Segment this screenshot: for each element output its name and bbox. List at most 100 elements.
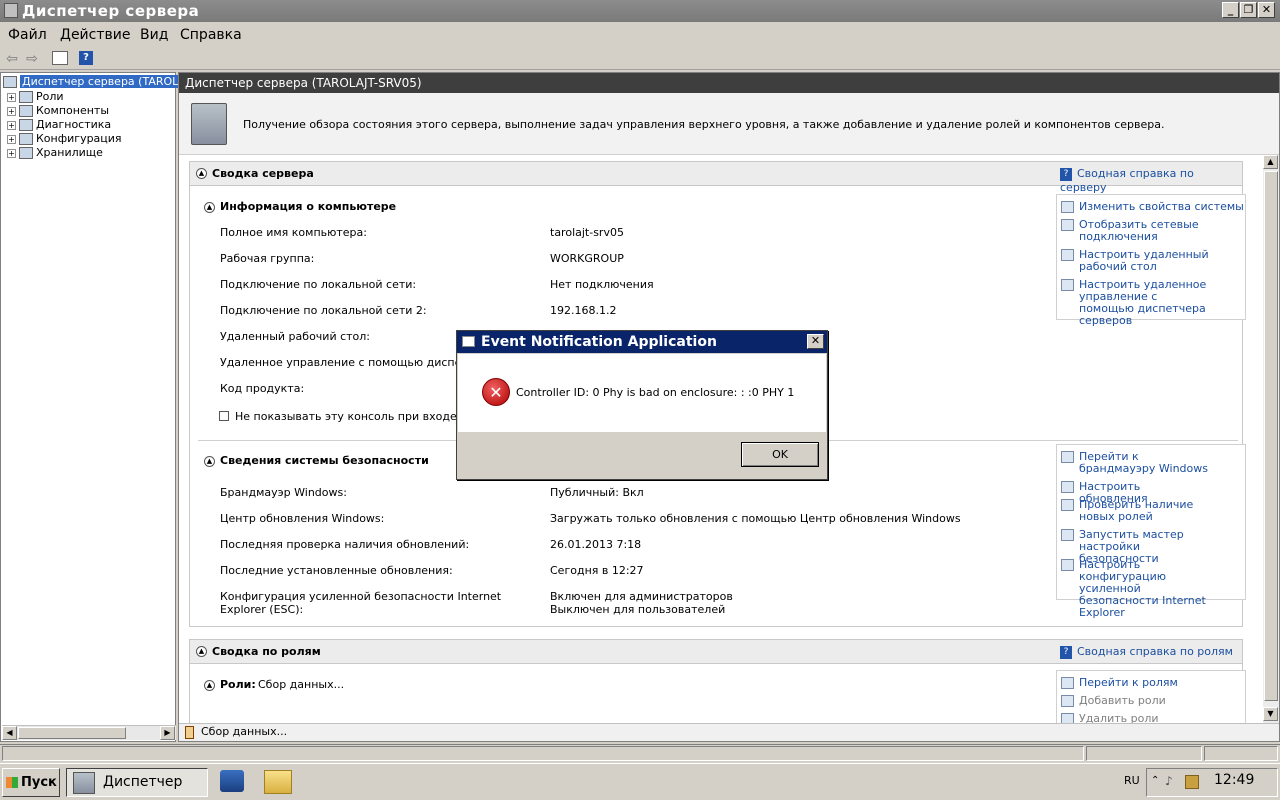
collapse-icon[interactable]: ▲	[196, 646, 207, 657]
go-to-firewall-link[interactable]: Перейти к брандмауэру Windows	[1061, 451, 1211, 475]
explorer-folder-icon[interactable]	[264, 770, 292, 794]
status-cell	[2, 746, 1084, 761]
tree-item-features[interactable]: + Компоненты	[7, 104, 109, 118]
security-label: Брандмауэр Windows:	[220, 486, 347, 499]
dialog-body: ✕ Controller ID: 0 Phy is bad on enclosu…	[458, 354, 826, 432]
scroll-down-icon[interactable]: ▼	[1263, 707, 1278, 721]
menu-bar: Файл Действие Вид Справка	[0, 23, 1280, 47]
tree-root[interactable]: Диспетчер сервера (TAROLA	[3, 75, 189, 89]
expand-icon[interactable]: +	[7, 106, 16, 116]
menu-view[interactable]: Вид	[140, 27, 168, 43]
tree-horizontal-scrollbar[interactable]: ◀ ▶	[2, 725, 176, 740]
server-manager-icon	[3, 76, 17, 88]
configure-ie-esc-link[interactable]: Настроить конфигурацию усиленной безопас…	[1061, 559, 1221, 619]
ok-button[interactable]: OK	[741, 442, 819, 467]
help-icon[interactable]: ?	[79, 51, 93, 65]
security-actions: Перейти к брандмауэру Windows Настроить …	[1056, 444, 1246, 619]
pane-description: Получение обзора состояния этого сервера…	[243, 118, 1165, 131]
windows-logo-icon	[6, 777, 18, 788]
collapse-icon[interactable]: ▲	[204, 202, 215, 213]
close-button[interactable]: ✕	[1258, 2, 1275, 18]
system-tray: ⌃ ♪	[1146, 768, 1278, 797]
minimize-button[interactable]: _	[1222, 2, 1239, 18]
status-cell	[1086, 746, 1202, 761]
window-titlebar: Диспетчер сервера _ ❐ ✕	[0, 0, 1280, 22]
tree-item-diagnostics[interactable]: + Диагностика	[7, 118, 111, 132]
configure-remote-desktop-link[interactable]: Настроить удаленный рабочий стол	[1061, 249, 1211, 273]
security-value: 26.01.2013 7:18	[550, 538, 642, 551]
network-tray-icon[interactable]	[1185, 775, 1199, 789]
expand-icon[interactable]: +	[7, 148, 16, 158]
info-label: Рабочая группа:	[220, 252, 315, 265]
restore-button[interactable]: ❐	[1240, 2, 1257, 18]
scroll-right-icon[interactable]: ▶	[160, 726, 175, 740]
powershell-icon[interactable]	[220, 770, 244, 792]
show-hidden-icons-icon[interactable]: ⌃	[1151, 775, 1159, 786]
pane-vertical-scrollbar[interactable]: ▲ ▼	[1263, 155, 1279, 723]
server-summary-help-link[interactable]: ? Сводная справка по серверу	[1060, 167, 1242, 194]
dialog-title: Event Notification Application	[481, 334, 717, 350]
security-value: Включен для администраторов Выключен для…	[550, 590, 733, 616]
help-icon: ?	[1060, 645, 1072, 659]
info-label: Удаленный рабочий стол:	[220, 330, 371, 343]
show-hide-tree-icon[interactable]	[52, 51, 68, 65]
collapse-icon[interactable]: ▲	[204, 680, 215, 691]
section-title: Сводка сервера	[212, 167, 314, 180]
back-arrow-icon[interactable]: ⇦	[3, 51, 21, 67]
add-roles-link[interactable]: Добавить роли	[1061, 695, 1166, 707]
error-icon: ✕	[482, 378, 510, 406]
status-bar	[0, 744, 1280, 762]
roles-summary-help-link[interactable]: ? Сводная справка по ролям	[1060, 645, 1233, 659]
configure-remote-management-link[interactable]: Настроить удаленное управление с помощью…	[1061, 279, 1211, 327]
info-label: Удаленное управление с помощью диспетчер…	[220, 356, 495, 369]
server-icon	[191, 103, 227, 145]
hourglass-icon	[185, 726, 194, 739]
roles-icon	[1061, 677, 1074, 689]
collapse-icon[interactable]: ▲	[204, 456, 215, 467]
system-properties-icon	[1061, 201, 1074, 213]
storage-icon	[19, 147, 33, 159]
tree-item-roles[interactable]: + Роли	[7, 90, 64, 104]
expand-icon[interactable]: +	[7, 134, 16, 144]
menu-action[interactable]: Действие	[60, 27, 130, 43]
collapse-icon[interactable]: ▲	[196, 168, 207, 179]
check-new-roles-link[interactable]: Проверить наличие новых ролей	[1061, 499, 1211, 523]
help-icon: ?	[1060, 167, 1072, 181]
computer-info-title: Информация о компьютере	[220, 200, 397, 213]
clock[interactable]: 12:49	[1214, 772, 1254, 788]
diagnostics-icon	[19, 119, 33, 131]
go-to-roles-link[interactable]: Перейти к ролям	[1061, 677, 1178, 689]
menu-file[interactable]: Файл	[8, 27, 47, 43]
start-button[interactable]: Пуск	[2, 768, 60, 797]
info-label: Подключение по локальной сети 2:	[220, 304, 427, 317]
security-value: Публичный: Вкл	[550, 486, 644, 499]
remote-management-icon	[1061, 279, 1074, 291]
tree-item-storage[interactable]: + Хранилище	[7, 146, 103, 160]
status-cell	[1204, 746, 1278, 761]
roles-summary-section: ▲ Сводка по ролям ? Сводная справка по ро…	[189, 639, 1246, 729]
scroll-thumb[interactable]	[1264, 171, 1278, 701]
scroll-left-icon[interactable]: ◀	[2, 726, 17, 740]
taskbar-server-manager[interactable]: Диспетчер с...	[66, 768, 208, 797]
menu-help[interactable]: Справка	[180, 27, 242, 43]
info-value: Нет подключения	[550, 278, 654, 291]
info-value: tarolajt-srv05	[550, 226, 624, 239]
expand-icon[interactable]: +	[7, 120, 16, 130]
info-label: Подключение по локальной сети:	[220, 278, 417, 291]
view-network-connections-link[interactable]: Отобразить сетевые подключения	[1061, 219, 1211, 243]
dialog-titlebar: Event Notification Application ✕	[457, 331, 827, 353]
forward-arrow-icon[interactable]: ⇨	[23, 51, 41, 67]
scroll-thumb[interactable]	[18, 727, 126, 739]
roles-status: Сбор данных...	[258, 678, 345, 691]
description-area: Получение обзора состояния этого сервера…	[179, 93, 1279, 155]
tree-item-configuration[interactable]: + Конфигурация	[7, 132, 122, 146]
scroll-up-icon[interactable]: ▲	[1263, 155, 1278, 169]
dont-show-checkbox[interactable]	[219, 411, 229, 421]
volume-icon[interactable]: ♪	[1165, 774, 1173, 788]
change-system-properties-link[interactable]: Изменить свойства системы	[1061, 201, 1244, 213]
expand-icon[interactable]: +	[7, 92, 16, 102]
dialog-close-button[interactable]: ✕	[807, 334, 824, 349]
language-indicator[interactable]: RU	[1124, 774, 1140, 787]
roles-sub-title: Роли:	[220, 678, 256, 691]
app-window-icon	[462, 336, 475, 347]
